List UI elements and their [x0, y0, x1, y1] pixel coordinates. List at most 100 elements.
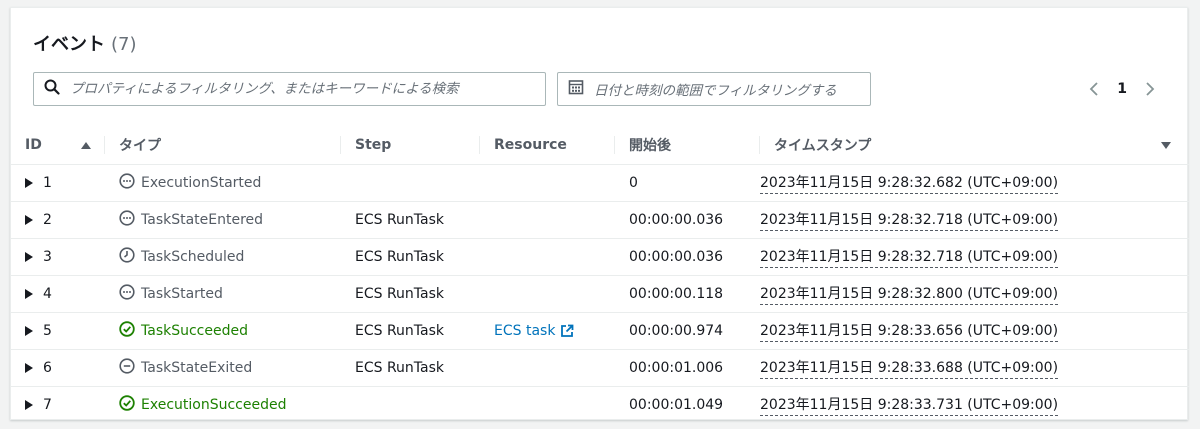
cell-id: 5 [11, 312, 105, 350]
cell-resource [480, 387, 615, 424]
column-header-id[interactable]: ID [11, 126, 105, 165]
caret-down-icon[interactable] [1161, 141, 1171, 149]
cell-elapsed: 00:00:00.974 [615, 312, 760, 350]
timestamp[interactable]: 2023年11月15日 9:28:32.682 (UTC+09:00) [760, 172, 1059, 194]
current-page-number[interactable]: 1 [1117, 81, 1127, 97]
event-id: 3 [43, 249, 52, 265]
event-step: ECS RunTask [355, 360, 445, 376]
cell-step: ECS RunTask [341, 201, 480, 239]
timestamp[interactable]: 2023年11月15日 9:28:33.656 (UTC+09:00) [760, 320, 1059, 342]
cell-step: ECS RunTask [341, 238, 480, 276]
expand-caret-icon[interactable] [25, 215, 33, 225]
cell-elapsed: 0 [615, 164, 760, 202]
event-id: 5 [43, 323, 52, 339]
timestamp[interactable]: 2023年11月15日 9:28:32.800 (UTC+09:00) [760, 283, 1059, 305]
expand-caret-icon[interactable] [25, 326, 33, 336]
column-header-resource[interactable]: Resource [480, 126, 615, 165]
cell-resource [480, 201, 615, 239]
cell-timestamp: 2023年11月15日 9:28:32.800 (UTC+09:00) [760, 275, 1189, 313]
calendar-icon [568, 79, 584, 99]
property-filter[interactable] [33, 72, 546, 106]
cell-type: ExecutionSucceeded [105, 387, 341, 424]
cell-id: 2 [11, 201, 105, 239]
cell-resource [480, 275, 615, 313]
timestamp[interactable]: 2023年11月15日 9:28:33.688 (UTC+09:00) [760, 357, 1059, 379]
check-circle-icon [119, 321, 141, 341]
ellipsis-circle-icon [119, 173, 141, 193]
column-header-step[interactable]: Step [341, 126, 480, 165]
column-header-type[interactable]: タイプ [105, 126, 341, 165]
event-step: ECS RunTask [355, 323, 445, 339]
cell-elapsed: 00:00:00.118 [615, 275, 760, 313]
next-page-button[interactable] [1137, 76, 1163, 102]
table-row: 4 TaskStarted ECS RunTask 00:00:00.118 2… [11, 275, 1189, 313]
events-table: ID タイプ Step Resource 開始後 タイムスタンプ 1 Execu… [11, 126, 1189, 423]
event-type: TaskStateExited [141, 360, 253, 376]
table-row: 6 TaskStateExited ECS RunTask 00:00:01.0… [11, 349, 1189, 387]
expand-caret-icon[interactable] [25, 289, 33, 299]
cell-step: ECS RunTask [341, 312, 480, 350]
cell-timestamp: 2023年11月15日 9:28:32.682 (UTC+09:00) [760, 164, 1189, 202]
table-header-row: ID タイプ Step Resource 開始後 タイムスタンプ [11, 126, 1189, 165]
timestamp[interactable]: 2023年11月15日 9:28:32.718 (UTC+09:00) [760, 209, 1059, 231]
ellipsis-circle-icon [119, 284, 141, 304]
cell-timestamp: 2023年11月15日 9:28:33.731 (UTC+09:00) [760, 387, 1189, 424]
table-row: 5 TaskSucceeded ECS RunTask ECS task 00:… [11, 312, 1189, 350]
timestamp[interactable]: 2023年11月15日 9:28:32.718 (UTC+09:00) [760, 246, 1059, 268]
cell-timestamp: 2023年11月15日 9:28:33.688 (UTC+09:00) [760, 349, 1189, 387]
expand-caret-icon[interactable] [25, 252, 33, 262]
date-range-filter[interactable]: 日付と時刻の範囲でフィルタリングする [557, 72, 871, 106]
cell-step: ECS RunTask [341, 275, 480, 313]
cell-id: 3 [11, 238, 105, 276]
expand-caret-icon[interactable] [25, 400, 33, 410]
cell-type: ExecutionStarted [105, 164, 341, 202]
elapsed-time: 00:00:00.974 [629, 323, 724, 339]
cell-resource [480, 349, 615, 387]
cell-resource [480, 238, 615, 276]
search-input[interactable] [70, 81, 530, 97]
clock-icon [119, 247, 141, 267]
event-id: 4 [43, 286, 52, 302]
expand-caret-icon[interactable] [25, 178, 33, 188]
cell-elapsed: 00:00:00.036 [615, 238, 760, 276]
minus-circle-icon [119, 358, 141, 378]
cell-timestamp: 2023年11月15日 9:28:33.656 (UTC+09:00) [760, 312, 1189, 350]
pagination: 1 [1081, 76, 1163, 102]
events-panel: イベント (7) 日付と時刻の範囲でフィルタリングする 1 [10, 7, 1189, 423]
column-header-elapsed[interactable]: 開始後 [615, 126, 760, 165]
sort-ascending-icon[interactable] [81, 141, 91, 149]
cell-timestamp: 2023年11月15日 9:28:32.718 (UTC+09:00) [760, 201, 1189, 239]
event-id: 7 [43, 397, 52, 413]
cell-type: TaskStateExited [105, 349, 341, 387]
elapsed-time: 00:00:01.006 [629, 360, 724, 376]
cell-type: TaskScheduled [105, 238, 341, 276]
column-header-timestamp[interactable]: タイムスタンプ [760, 126, 1189, 165]
cell-elapsed: 00:00:01.049 [615, 387, 760, 424]
table-row: 7 ExecutionSucceeded 00:00:01.049 2023年1… [11, 387, 1189, 424]
cell-type: TaskStarted [105, 275, 341, 313]
resource-link[interactable]: ECS task [494, 323, 574, 339]
cell-id: 1 [11, 164, 105, 202]
cell-elapsed: 00:00:00.036 [615, 201, 760, 239]
event-id: 1 [43, 175, 52, 191]
event-type: ExecutionStarted [141, 175, 262, 191]
date-range-label: 日付と時刻の範囲でフィルタリングする [594, 83, 837, 99]
table-row: 3 TaskScheduled ECS RunTask 00:00:00.036… [11, 238, 1189, 276]
event-type: TaskStateEntered [141, 212, 264, 228]
chevron-left-icon [1089, 82, 1098, 96]
prev-page-button[interactable] [1081, 76, 1107, 102]
cell-id: 6 [11, 349, 105, 387]
external-link-icon [561, 324, 574, 337]
event-type: TaskStarted [141, 286, 223, 302]
cell-timestamp: 2023年11月15日 9:28:32.718 (UTC+09:00) [760, 238, 1189, 276]
chevron-right-icon [1146, 82, 1155, 96]
timestamp[interactable]: 2023年11月15日 9:28:33.731 (UTC+09:00) [760, 394, 1059, 416]
cell-step [341, 164, 480, 202]
event-id: 2 [43, 212, 52, 228]
elapsed-time: 00:00:01.049 [629, 397, 724, 413]
elapsed-time: 00:00:00.036 [629, 249, 724, 265]
elapsed-time: 00:00:00.036 [629, 212, 724, 228]
cell-id: 4 [11, 275, 105, 313]
expand-caret-icon[interactable] [25, 363, 33, 373]
table-row: 2 TaskStateEntered ECS RunTask 00:00:00.… [11, 201, 1189, 239]
